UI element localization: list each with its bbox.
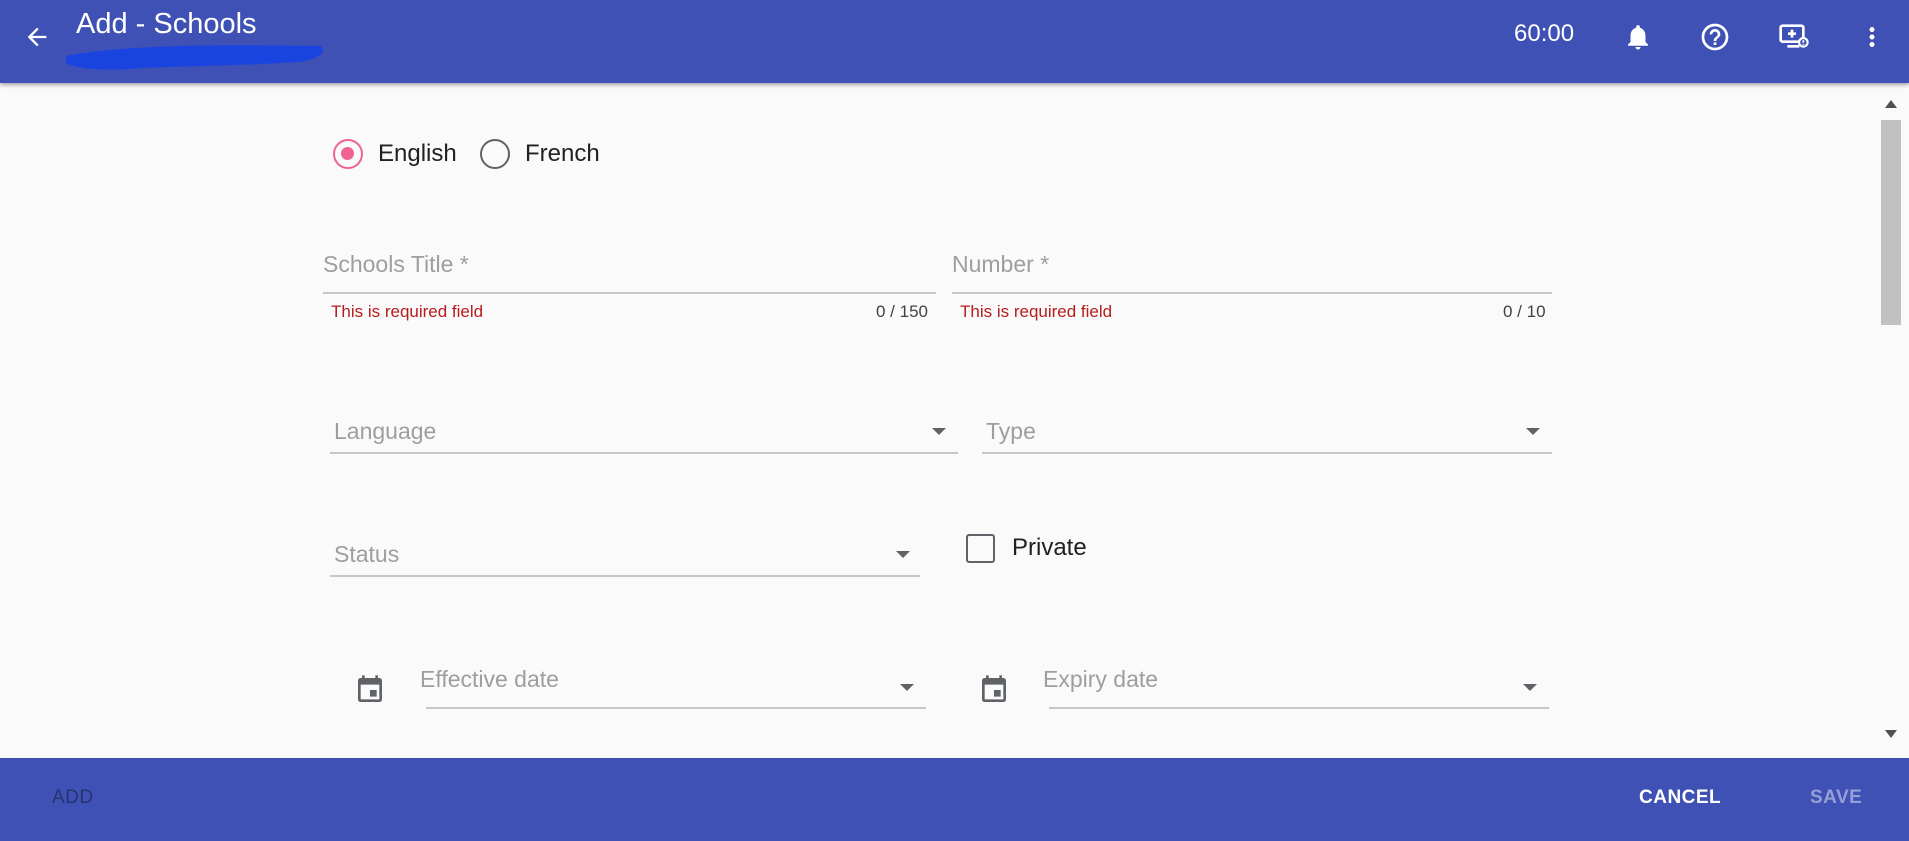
status-select-label: Status [334, 541, 400, 567]
expiry-date-field[interactable]: Expiry date [1039, 664, 1549, 710]
schools-title-counter: 0 / 150 [876, 302, 928, 321]
expiry-date-picker-button[interactable] [977, 673, 1011, 707]
type-select-underline [982, 452, 1552, 454]
radio-english[interactable]: English [333, 137, 457, 171]
app-bar: Add - Schools 60:00 [0, 0, 1909, 83]
session-timer: 60:00 [1514, 20, 1575, 47]
type-select[interactable]: Type [982, 416, 1552, 454]
private-checkbox-box[interactable] [966, 533, 995, 563]
arrow-back-icon [27, 27, 47, 47]
add-button[interactable]: ADD [52, 787, 94, 809]
help-button[interactable] [1694, 16, 1736, 58]
schools-title-error: This is required field [331, 302, 484, 321]
triangle-up-icon [1885, 100, 1897, 108]
language-select-underline [330, 452, 958, 454]
scroll-thumb[interactable] [1881, 120, 1901, 325]
status-select-underline [330, 575, 920, 577]
bell-icon [1628, 25, 1648, 50]
effective-date-field[interactable]: Effective date [416, 664, 926, 710]
status-select[interactable]: Status [330, 539, 920, 577]
chevron-down-icon [896, 551, 910, 558]
calendar-icon [982, 675, 1006, 702]
type-select-label: Type [986, 418, 1036, 444]
save-button[interactable]: SAVE [1810, 787, 1862, 809]
expiry-date-underline [1049, 707, 1549, 709]
number-error: This is required field [960, 302, 1113, 321]
cancel-button[interactable]: CANCEL [1639, 787, 1721, 809]
chevron-down-icon [1526, 428, 1540, 435]
notifications-button[interactable] [1617, 16, 1659, 58]
language-select[interactable]: Language [330, 416, 958, 454]
effective-date-label: Effective date [420, 666, 559, 692]
triangle-down-icon [1885, 730, 1897, 738]
more-options-button[interactable] [1851, 16, 1893, 58]
chevron-down-icon [932, 428, 946, 435]
schools-title-label: Schools Title * [323, 251, 469, 277]
bottom-action-bar: ADD CANCEL SAVE [0, 758, 1909, 841]
effective-date-underline [426, 707, 926, 709]
radio-french[interactable]: French [480, 137, 600, 171]
vertical-scrollbar[interactable] [1880, 94, 1902, 744]
private-checkbox-label: Private [1012, 534, 1087, 561]
radio-french-indicator[interactable] [480, 139, 510, 169]
back-button[interactable] [18, 18, 56, 56]
calendar-icon [358, 675, 382, 702]
chevron-down-icon [900, 684, 914, 691]
expiry-date-label: Expiry date [1043, 666, 1159, 692]
chevron-down-icon [1523, 684, 1537, 691]
radio-french-label: French [525, 140, 600, 167]
scroll-down-arrow[interactable] [1880, 724, 1902, 744]
schools-title-underline [323, 292, 936, 294]
monitor-add-icon [1779, 24, 1809, 48]
radio-english-indicator[interactable] [333, 139, 363, 169]
number-underline [952, 292, 1552, 294]
language-select-label: Language [334, 418, 437, 444]
page-title: Add - Schools [76, 8, 257, 40]
radio-english-label: English [378, 140, 457, 167]
effective-date-picker-button[interactable] [353, 673, 387, 707]
number-counter: 0 / 10 [1503, 302, 1546, 321]
number-label: Number * [952, 251, 1050, 277]
scroll-up-arrow[interactable] [1880, 94, 1902, 114]
more-vert-icon [1869, 27, 1875, 47]
private-checkbox[interactable]: Private [966, 531, 1087, 565]
help-circle-icon [1701, 23, 1729, 51]
screen-add-button[interactable] [1773, 16, 1815, 58]
redaction-scribble [66, 45, 324, 70]
